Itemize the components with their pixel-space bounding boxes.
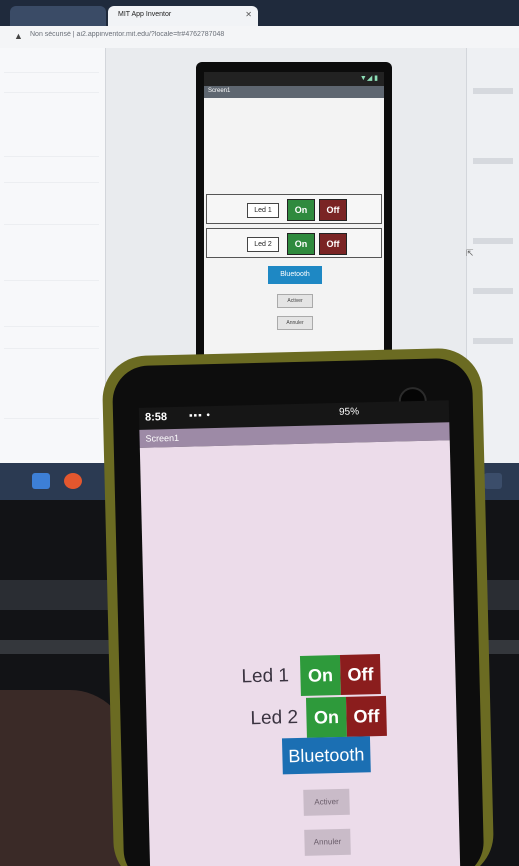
photo-scene: MIT App Inventor ✕ ▲ Non sécurisé | ai2.… <box>0 0 519 866</box>
phone-clock: 8:58 <box>144 411 168 424</box>
browser-tab-label: MIT App Inventor <box>118 11 172 18</box>
address-bar[interactable]: ▲ Non sécurisé | ai2.appinventor.mit.edu… <box>0 26 519 49</box>
palette-row[interactable] <box>4 172 99 183</box>
emulator-title-bar: Screen1 <box>204 86 384 98</box>
emulator-on-button[interactable]: On <box>287 199 315 221</box>
close-icon[interactable]: ✕ <box>245 10 252 19</box>
emulator-bluetooth-button[interactable]: Bluetooth <box>268 266 322 284</box>
app-icon[interactable] <box>32 473 50 489</box>
emulator-led-label: Led 1 <box>247 203 279 218</box>
app-icon[interactable] <box>484 473 502 489</box>
emulator-led-label: Led 2 <box>247 237 279 252</box>
led-2-on-button[interactable]: On <box>305 696 347 738</box>
emulator-screen: Led 1 On Off Led 2 On Off Bluetooth Acti… <box>204 98 384 358</box>
emulator-activer-button[interactable]: Activer <box>277 294 313 308</box>
property-row[interactable] <box>473 338 513 344</box>
led-1-on-button[interactable]: On <box>299 654 341 696</box>
emulator-led-row-1: Led 1 On Off <box>206 194 382 224</box>
property-row[interactable] <box>473 88 513 94</box>
emulator-device: ▼◢ ▮ Screen1 Led 1 On Off Led 2 On Off B… <box>196 62 392 362</box>
warning-icon: ▲ <box>14 31 23 41</box>
signal-icon: ▼◢ ▮ <box>359 75 378 82</box>
url-text: Non sécurisé | ai2.appinventor.mit.edu/?… <box>30 31 225 38</box>
emulator-status-bar: ▼◢ ▮ <box>204 72 384 86</box>
palette-row[interactable] <box>4 316 99 327</box>
smartphone: 8:58 ▪▪▪ • 95% Screen1 Led 1 On Off Led … <box>101 347 495 866</box>
emulator-on-button[interactable]: On <box>287 233 315 255</box>
property-row[interactable] <box>473 238 513 244</box>
activer-button[interactable]: Activer <box>303 788 350 816</box>
palette-row[interactable] <box>4 338 99 349</box>
palette-row[interactable] <box>4 62 99 73</box>
emulator-off-button[interactable]: Off <box>319 233 347 255</box>
emulator-off-button[interactable]: Off <box>319 199 347 221</box>
palette-row[interactable] <box>4 214 99 225</box>
battery-level: 95% <box>338 406 360 418</box>
led-2-off-button[interactable]: Off <box>345 695 387 737</box>
palette-row[interactable] <box>4 146 99 157</box>
browser-tab-2[interactable]: MIT App Inventor ✕ <box>108 6 258 26</box>
browser-tab-1[interactable] <box>10 6 106 26</box>
palette-row[interactable] <box>4 270 99 281</box>
property-row[interactable] <box>473 158 513 164</box>
cursor-icon: ⇱ <box>466 248 474 258</box>
led-2-label: Led 2 <box>250 707 299 730</box>
browser-tab-strip: MIT App Inventor ✕ <box>0 0 519 26</box>
ide-palette-panel <box>0 48 106 463</box>
led-1-off-button[interactable]: Off <box>339 654 381 695</box>
annuler-button[interactable]: Annuler <box>304 828 351 856</box>
phone-app-screen: Led 1 On Off Led 2 On Off Bluetooth Acti… <box>139 440 461 866</box>
palette-row[interactable] <box>4 82 99 93</box>
emulator-annuler-button[interactable]: Annuler <box>277 316 313 330</box>
emulator-led-row-2: Led 2 On Off <box>206 228 382 258</box>
property-row[interactable] <box>473 288 513 294</box>
phone-bezel: 8:58 ▪▪▪ • 95% Screen1 Led 1 On Off Led … <box>111 357 485 866</box>
led-1-label: Led 1 <box>241 665 290 688</box>
browser-icon[interactable] <box>64 473 82 489</box>
notification-icons: ▪▪▪ • <box>188 410 212 422</box>
bluetooth-button[interactable]: Bluetooth <box>281 736 371 775</box>
palette-row[interactable] <box>4 408 99 419</box>
